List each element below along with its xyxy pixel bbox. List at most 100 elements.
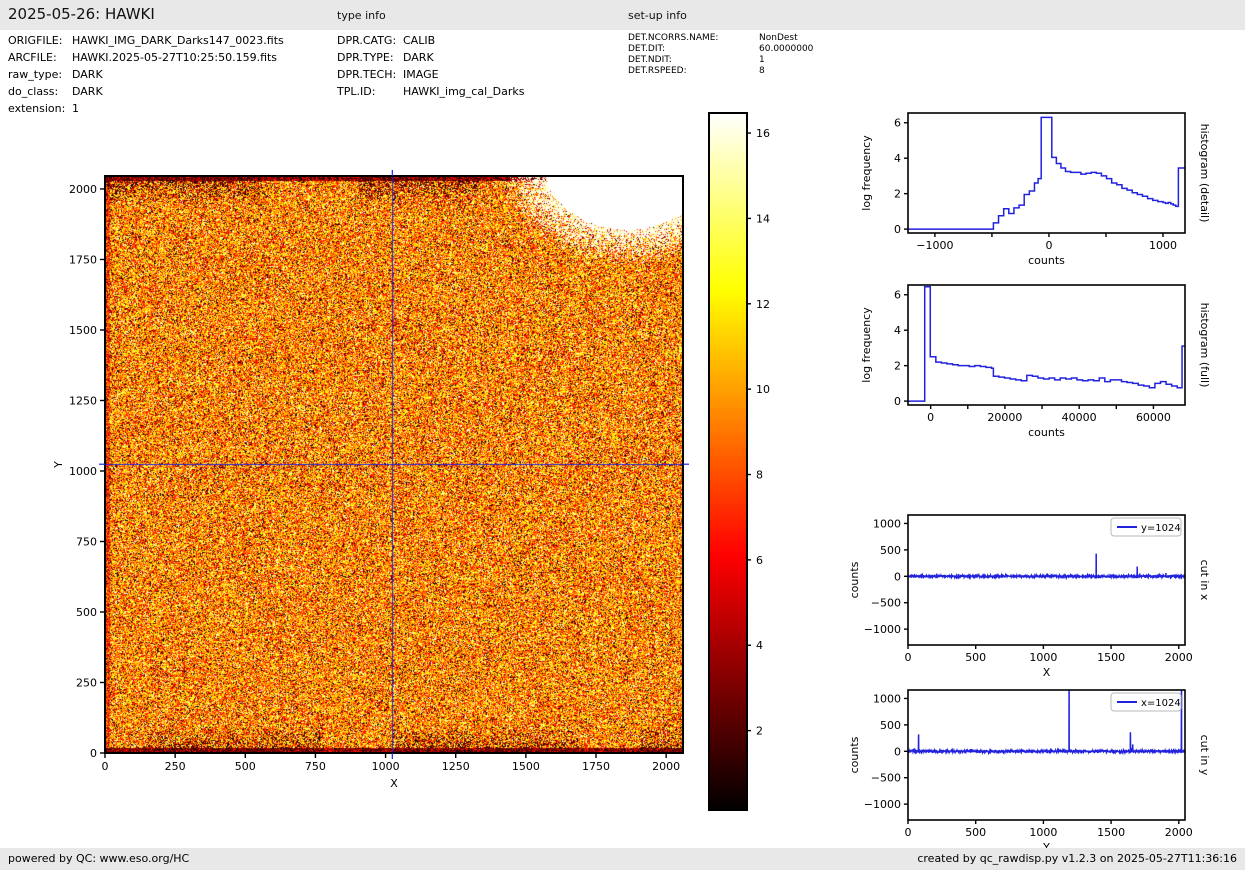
tick-label: 2 — [894, 188, 901, 201]
raw-image-xlabel: X — [390, 777, 398, 790]
info-label: DET.NDIT: — [628, 55, 672, 65]
tick-label: 0 — [905, 651, 912, 664]
histogram_full-xlabel: counts — [1028, 426, 1065, 439]
tick-label: 4 — [894, 152, 901, 165]
histogram_detail-xlabel: counts — [1028, 254, 1065, 267]
tick-label: 1000 — [873, 517, 901, 530]
setup-info-row: DET.NCORRS.NAME: NonDest — [628, 33, 798, 43]
tick-label: 1500 — [1097, 651, 1125, 664]
tick-label: 500 — [880, 719, 901, 732]
info-value: DARK — [72, 85, 103, 98]
footer-right-text: created by qc_rawdisp.py v1.2.3 on 2025-… — [917, 852, 1237, 865]
histogram_detail-axes — [907, 112, 1186, 234]
tick-label: 1250 — [69, 394, 97, 407]
histogram_detail-ylabel: log frequency — [860, 135, 873, 211]
tick-label: 500 — [965, 826, 986, 839]
info-label: ORIGFILE: — [8, 34, 63, 47]
tick-label: 1250 — [442, 760, 470, 773]
raw-image-canvas — [105, 176, 683, 753]
cut_in_x-axes — [907, 514, 1186, 646]
tick-label: 1750 — [582, 760, 610, 773]
info-label: DET.RSPEED: — [628, 66, 687, 76]
tick-label: 750 — [305, 760, 326, 773]
tick-label: 500 — [880, 544, 901, 557]
type-info-row: TPL.ID: HAWKI_img_cal_Darks — [337, 85, 524, 98]
info-value: DARK — [403, 51, 434, 64]
colorbar-tick-label: 8 — [756, 469, 763, 482]
tick-label: 2000 — [1165, 651, 1193, 664]
type-info-heading: type info — [337, 9, 386, 22]
cut_in_x-xlabel: X — [1043, 666, 1051, 679]
cut_in_x-line — [908, 553, 1185, 581]
info-label: do_class: — [8, 85, 59, 98]
tick-label: 6 — [894, 117, 901, 130]
tick-label: 2 — [894, 360, 901, 373]
histogram_detail-line — [908, 116, 1185, 230]
page-title: 2025-05-26: HAWKI — [8, 5, 155, 23]
tick-label: 60000 — [1136, 411, 1171, 424]
tick-label: 1000 — [1029, 651, 1057, 664]
file-info-row: ORIGFILE: HAWKI_IMG_DARK_Darks147_0023.fi… — [8, 34, 284, 47]
info-value: NonDest — [759, 33, 798, 43]
tick-label: 0 — [894, 395, 901, 408]
setup-info-row: DET.NDIT: 1 — [628, 55, 765, 65]
cut_in_y-legend-label: x=1024 — [1141, 698, 1181, 709]
colorbar-tick-label: 2 — [756, 725, 763, 738]
setup-info-heading: set-up info — [628, 9, 687, 22]
info-value: HAWKI_img_cal_Darks — [403, 85, 525, 98]
file-info-row: raw_type: DARK — [8, 68, 103, 81]
tick-label: 1500 — [69, 324, 97, 337]
tick-label: 2000 — [69, 183, 97, 196]
info-value: 8 — [759, 66, 765, 76]
info-value: 1 — [759, 55, 765, 65]
cut_in_y-legend — [1110, 692, 1182, 712]
histogram_full-right-label: histogram (full) — [1198, 303, 1211, 388]
colorbar-tick-label: 6 — [756, 554, 763, 567]
tick-label: 40000 — [1062, 411, 1097, 424]
tick-label: 2000 — [652, 760, 680, 773]
tick-label: 1000 — [372, 760, 400, 773]
file-info-row: ARCFILE: HAWKI.2025-05-27T10:25:50.159.fi… — [8, 51, 277, 64]
info-value: DARK — [72, 68, 103, 81]
tick-label: 1000 — [1029, 826, 1057, 839]
setup-info-row: DET.RSPEED: 8 — [628, 66, 765, 76]
info-label: DET.DIT: — [628, 44, 666, 54]
type-info-row: DPR.TYPE: DARK — [337, 51, 434, 64]
cut_in_y-right-label: cut in y — [1198, 735, 1211, 776]
tick-label: 1500 — [1097, 826, 1125, 839]
cut_in_y-axes — [907, 689, 1186, 821]
tick-label: 250 — [165, 760, 186, 773]
file-info-row: extension: 1 — [8, 102, 79, 115]
info-value: HAWKI.2025-05-27T10:25:50.159.fits — [72, 51, 278, 64]
info-label: DPR.TYPE: — [337, 51, 394, 64]
tick-label: 1750 — [69, 253, 97, 266]
info-label: extension: — [8, 102, 66, 115]
tick-label: 6 — [894, 289, 901, 302]
tick-label: 0 — [894, 570, 901, 583]
tick-label: −1000 — [864, 623, 901, 636]
tick-label: 1500 — [512, 760, 540, 773]
cut_in_x-right-label: cut in x — [1198, 560, 1211, 601]
info-label: TPL.ID: — [337, 85, 376, 98]
tick-label: −1000 — [916, 239, 953, 252]
cut_in_x-legend-label: y=1024 — [1141, 523, 1181, 534]
file-info-row: do_class: DARK — [8, 85, 103, 98]
raw-image-ylabel: Y — [52, 461, 65, 469]
tick-label: 2000 — [1165, 826, 1193, 839]
qc-report-page: { "header": { "title": "2025-05-26: HAWK… — [0, 0, 1245, 870]
colorbar-tick-label: 14 — [756, 212, 770, 225]
tick-label: 20000 — [987, 411, 1022, 424]
tick-label: 0 — [90, 747, 97, 760]
tick-label: 0 — [894, 745, 901, 758]
footer-left-text: powered by QC: www.eso.org/HC — [8, 852, 190, 865]
tick-label: 0 — [1045, 239, 1052, 252]
colorbar-tick-label: 12 — [756, 298, 770, 311]
cut_in_y-ylabel: counts — [848, 736, 861, 773]
tick-label: 750 — [76, 535, 97, 548]
tick-label: 500 — [235, 760, 256, 773]
tick-label: 1000 — [69, 465, 97, 478]
setup-info-row: DET.DIT: 60.0000000 — [628, 44, 813, 54]
histogram_full-ylabel: log frequency — [860, 307, 873, 383]
info-value: CALIB — [403, 34, 436, 47]
info-value: 1 — [72, 102, 79, 115]
